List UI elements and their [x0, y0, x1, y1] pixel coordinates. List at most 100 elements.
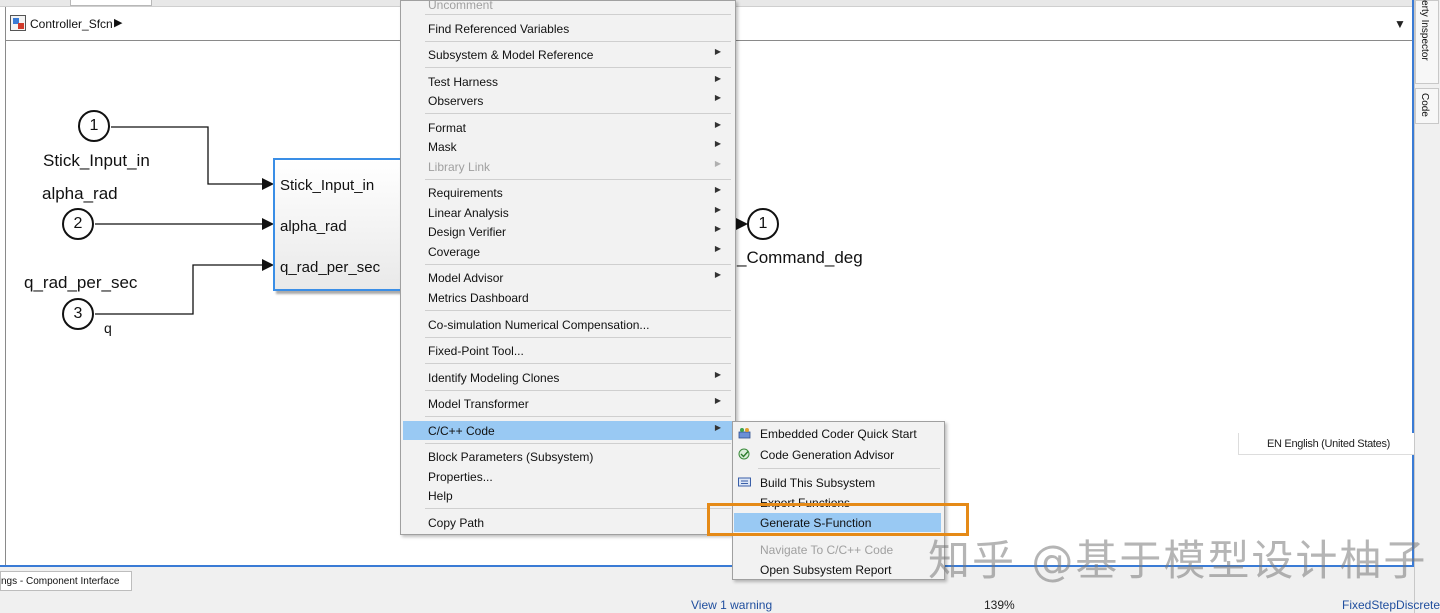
menu-item-label: Subsystem & Model Reference — [428, 48, 594, 62]
submenu-item-code-generation-advisor[interactable]: Code Generation Advisor — [734, 445, 941, 464]
menu-item-label: Metrics Dashboard — [428, 291, 529, 305]
outport-1[interactable]: 1 — [747, 208, 779, 240]
language-indicator[interactable]: EN English (United States) — [1238, 433, 1414, 455]
menu-item-metrics-dashboard[interactable]: Metrics Dashboard — [403, 288, 733, 307]
menu-item-label: Properties... — [428, 470, 493, 484]
submenu-item-embedded-coder-quick-start[interactable]: Embedded Coder Quick Start — [734, 424, 941, 443]
menu-separator — [425, 337, 731, 338]
inport-3[interactable]: 3 — [62, 298, 94, 330]
submenu-arrow-icon: ▶ — [714, 224, 721, 233]
menu-separator — [425, 67, 731, 68]
inport-1[interactable]: 1 — [78, 110, 110, 142]
menu-item-label: Mask — [428, 140, 457, 154]
menu-separator — [425, 508, 731, 509]
submenu-arrow-icon: ▶ — [714, 423, 721, 432]
menu-separator — [425, 390, 731, 391]
warning-link[interactable]: View 1 warning — [691, 598, 772, 612]
submenu-arrow-icon: ▶ — [714, 370, 721, 379]
menu-item-label: Observers — [428, 94, 484, 108]
signal-label-q: q — [104, 320, 112, 336]
c-cpp-code-submenu: Embedded Coder Quick Start Code Generati… — [732, 421, 945, 580]
menu-separator — [758, 468, 940, 469]
inport-2-label: alpha_rad — [42, 184, 118, 203]
submenu-item-build-this-subsystem[interactable]: Build This Subsystem — [734, 473, 941, 492]
component-interface-tab[interactable]: ngs - Component Interface — [0, 571, 132, 591]
menu-item-label: Co-simulation Numerical Compensation... — [428, 318, 650, 332]
menu-item-label: Design Verifier — [428, 225, 507, 239]
inport-3-number: 3 — [73, 305, 83, 322]
menu-item-test-harness[interactable]: Test Harness ▶ — [403, 72, 733, 91]
submenu-item-open-subsystem-report[interactable]: Open Subsystem Report — [734, 560, 941, 579]
submenu-item-label: Code Generation Advisor — [760, 448, 895, 462]
menu-separator — [425, 41, 731, 42]
subsystem-port-label-2: alpha_rad — [280, 218, 347, 235]
menu-item-help[interactable]: Help — [403, 486, 733, 505]
menu-item-label: Copy Path — [428, 516, 485, 530]
submenu-item-label: Build This Subsystem — [760, 476, 876, 490]
menu-item-label: Model Transformer — [428, 397, 529, 411]
context-menu: Uncomment Find Referenced Variables Subs… — [400, 0, 736, 535]
outport-1-number: 1 — [758, 215, 768, 232]
menu-item-mask[interactable]: Mask ▶ — [403, 137, 733, 156]
menu-separator — [425, 363, 731, 364]
menu-separator — [425, 443, 731, 444]
inport-2-number: 2 — [73, 215, 83, 232]
menu-item-label: Fixed-Point Tool... — [428, 344, 524, 358]
menu-separator — [425, 416, 731, 417]
menu-item-c-cpp-code[interactable]: C/C++ Code ▶ — [403, 421, 733, 440]
subsystem-port-label-1: Stick_Input_in — [280, 177, 375, 194]
menu-item-identify-modeling-clones[interactable]: Identify Modeling Clones ▶ — [403, 368, 733, 387]
code-generation-advisor-icon — [738, 448, 750, 460]
subsystem-port-label-3: q_rad_per_sec — [280, 259, 381, 276]
inport-2[interactable]: 2 — [62, 208, 94, 240]
menu-item-co-simulation-compensation[interactable]: Co-simulation Numerical Compensation... — [403, 315, 733, 334]
menu-item-model-advisor[interactable]: Model Advisor ▶ — [403, 268, 733, 287]
menu-item-subsystem-model-reference[interactable]: Subsystem & Model Reference ▶ — [403, 45, 733, 64]
menu-item-requirements[interactable]: Requirements ▶ — [403, 183, 733, 202]
menu-item-fixed-point-tool[interactable]: Fixed-Point Tool... — [403, 341, 733, 360]
menu-item-model-transformer[interactable]: Model Transformer ▶ — [403, 394, 733, 413]
submenu-arrow-icon: ▶ — [714, 159, 721, 168]
menu-item-label: Requirements — [428, 186, 503, 200]
menu-item-label: Model Advisor — [428, 271, 504, 285]
menu-item-coverage[interactable]: Coverage ▶ — [403, 242, 733, 261]
subsystem-block[interactable]: Stick_Input_in alpha_rad q_rad_per_sec — [273, 158, 403, 291]
zoom-level: 139% — [984, 598, 1015, 612]
submenu-arrow-icon: ▶ — [714, 74, 721, 83]
menu-separator — [425, 179, 731, 180]
menu-separator — [425, 310, 731, 311]
menu-separator — [425, 113, 731, 114]
menu-item-block-parameters[interactable]: Block Parameters (Subsystem) — [403, 447, 733, 466]
menu-item-linear-analysis[interactable]: Linear Analysis ▶ — [403, 203, 733, 222]
submenu-arrow-icon: ▶ — [714, 205, 721, 214]
menu-item-label: Block Parameters (Subsystem) — [428, 450, 594, 464]
submenu-item-navigate-to-code[interactable]: Navigate To C/C++ Code — [734, 540, 941, 559]
menu-item-label: Library Link — [428, 160, 491, 174]
language-indicator-label: EN English (United States) — [1267, 438, 1391, 450]
menu-item-design-verifier[interactable]: Design Verifier ▶ — [403, 222, 733, 241]
menu-item-observers[interactable]: Observers ▶ — [403, 91, 733, 110]
menu-item-uncomment[interactable]: Uncomment — [403, 0, 733, 14]
menu-separator — [425, 14, 731, 15]
menu-item-library-link[interactable]: Library Link ▶ — [403, 157, 733, 176]
build-subsystem-icon — [738, 477, 751, 487]
submenu-arrow-icon: ▶ — [714, 93, 721, 102]
menu-separator — [425, 264, 731, 265]
submenu-item-label: Open Subsystem Report — [760, 563, 892, 577]
submenu-item-label: Embedded Coder Quick Start — [760, 427, 917, 441]
submenu-arrow-icon: ▶ — [714, 47, 721, 56]
submenu-item-label: Navigate To C/C++ Code — [760, 543, 894, 557]
menu-item-format[interactable]: Format ▶ — [403, 118, 733, 137]
menu-item-label: Test Harness — [428, 75, 499, 89]
solver-link[interactable]: FixedStepDiscrete — [1342, 598, 1440, 612]
menu-item-label: Linear Analysis — [428, 206, 509, 220]
outport-1-label: _Command_deg — [737, 248, 863, 267]
submenu-arrow-icon: ▶ — [714, 244, 721, 253]
menu-item-copy-path[interactable]: Copy Path — [403, 513, 733, 532]
menu-item-label: Uncomment — [428, 0, 493, 12]
menu-item-properties[interactable]: Properties... — [403, 467, 733, 486]
inport-1-number: 1 — [89, 117, 99, 134]
menu-item-find-referenced-variables[interactable]: Find Referenced Variables — [403, 19, 733, 38]
menu-item-label: Identify Modeling Clones — [428, 371, 560, 385]
menu-item-label: C/C++ Code — [428, 424, 495, 438]
